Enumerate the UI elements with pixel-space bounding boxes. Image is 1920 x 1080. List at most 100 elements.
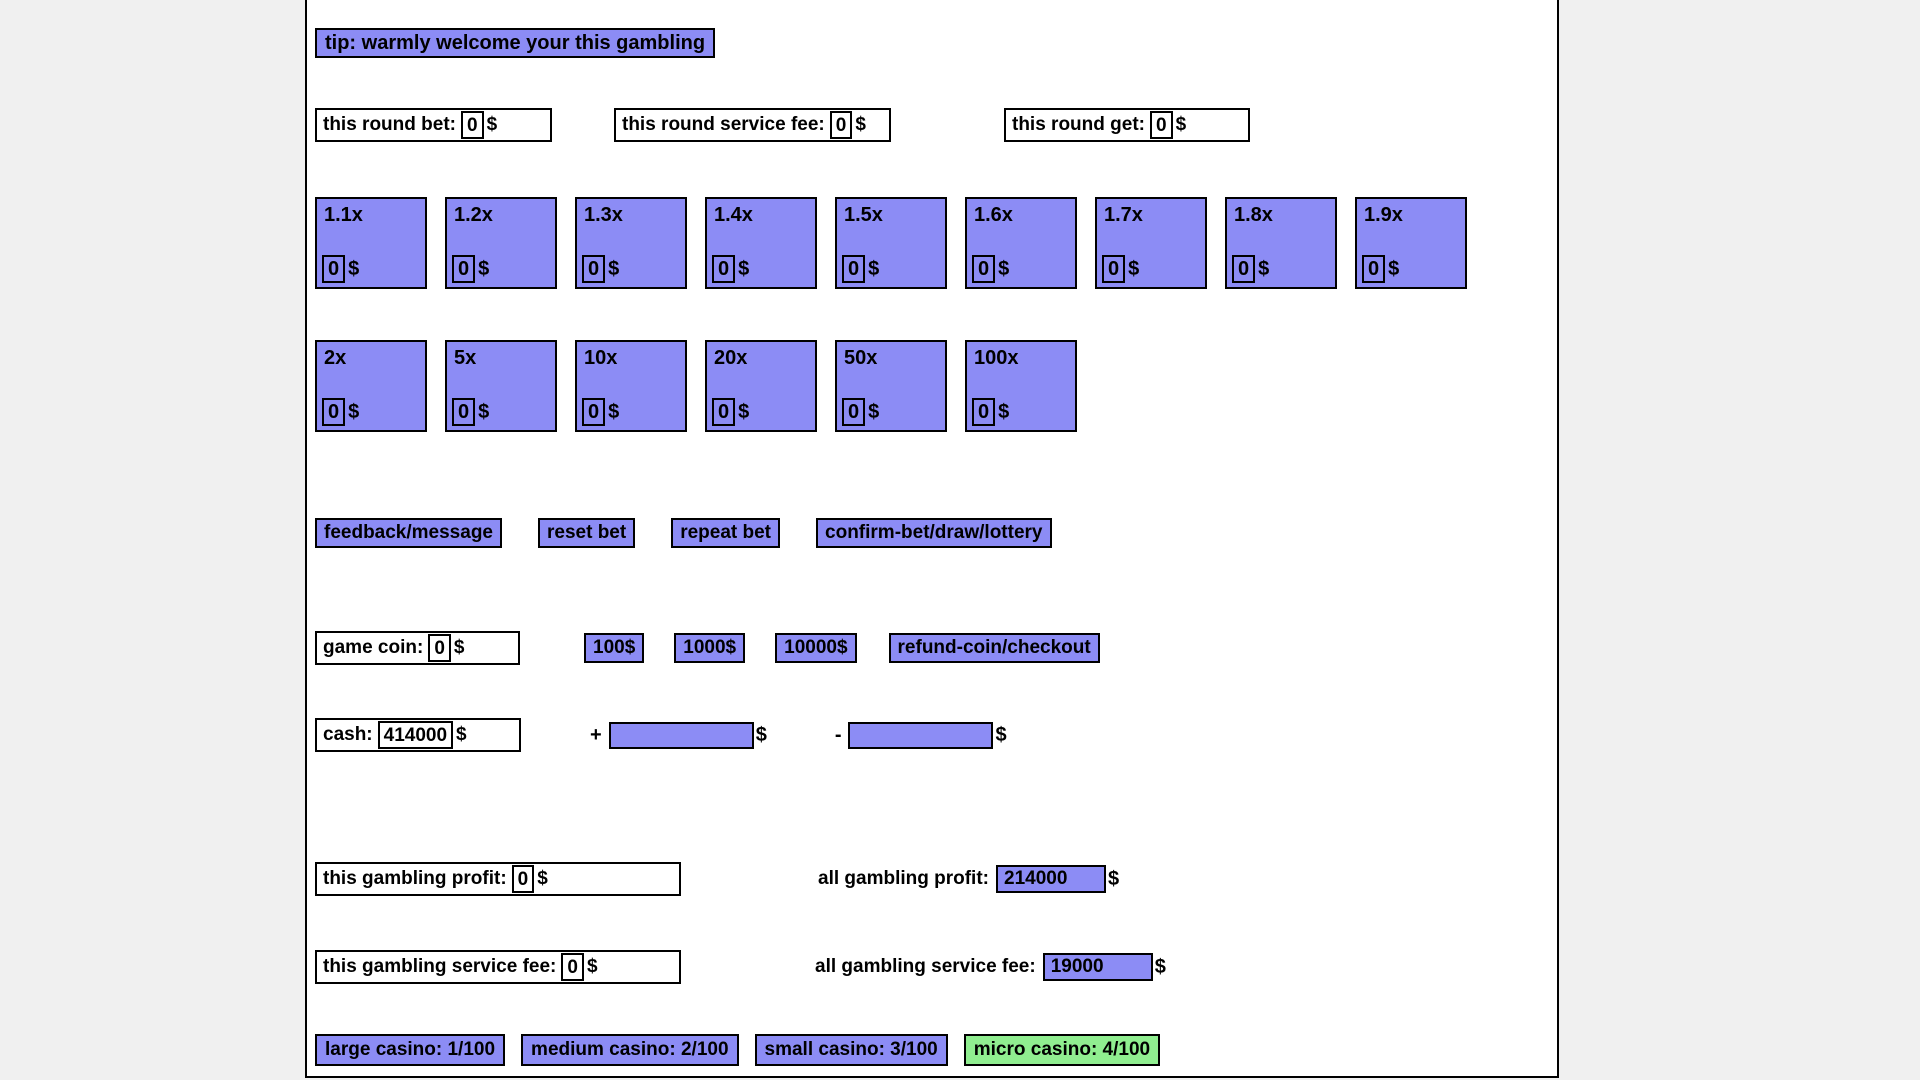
multiplier-bet-value[interactable]: 0 xyxy=(322,255,346,283)
multiplier-bet-unit: $ xyxy=(738,400,750,423)
multiplier-bet-value[interactable]: 0 xyxy=(582,398,606,426)
cash-label: cash: xyxy=(323,724,373,745)
cash-deposit-unit: $ xyxy=(755,723,767,746)
multiplier-tile-100x[interactable]: 100x 0 $ xyxy=(965,340,1077,432)
multiplier-bet-value[interactable]: 0 xyxy=(842,398,866,426)
multiplier-tile-5x[interactable]: 5x 0 $ xyxy=(445,340,557,432)
all-gambling-profit-group: all gambling profit: 214000 $ xyxy=(818,865,1119,893)
multiplier-bet-value[interactable]: 0 xyxy=(712,398,736,426)
this-round-service-fee-value[interactable]: 0 xyxy=(829,111,853,139)
multiplier-label: 2x xyxy=(324,347,347,369)
game-coin-field[interactable]: game coin: 0 $ xyxy=(315,631,520,665)
multiplier-bet-unit: $ xyxy=(738,257,750,280)
multiplier-tile-50x[interactable]: 50x 0 $ xyxy=(835,340,947,432)
multiplier-bet-value[interactable]: 0 xyxy=(842,255,866,283)
multiplier-bet-value[interactable]: 0 xyxy=(322,398,346,426)
multiplier-label: 1.5x xyxy=(844,204,883,226)
multiplier-bet-value[interactable]: 0 xyxy=(972,255,996,283)
multiplier-bet: 0 $ xyxy=(842,255,879,283)
multiplier-bet: 0 $ xyxy=(1102,255,1139,283)
this-gambling-profit-label: this gambling profit: xyxy=(323,868,507,889)
casino-game-panel: tip: warmly welcome your this gambling t… xyxy=(305,0,1559,1078)
all-gambling-service-fee-label: all gambling service fee: xyxy=(815,956,1036,977)
multiplier-tile-1.3x[interactable]: 1.3x 0 $ xyxy=(575,197,687,289)
multiplier-tile-1.8x[interactable]: 1.8x 0 $ xyxy=(1225,197,1337,289)
multiplier-bet-value[interactable]: 0 xyxy=(582,255,606,283)
multiplier-bet-value[interactable]: 0 xyxy=(1362,255,1386,283)
multiplier-tile-1.7x[interactable]: 1.7x 0 $ xyxy=(1095,197,1207,289)
multiplier-bet-value[interactable]: 0 xyxy=(712,255,736,283)
multiplier-bet-unit: $ xyxy=(1128,257,1140,280)
casino-tab-small[interactable]: small casino: 3/100 xyxy=(754,1034,948,1066)
multiplier-label: 10x xyxy=(584,347,618,369)
this-gambling-profit-value[interactable]: 0 xyxy=(511,865,535,893)
all-gambling-service-fee-unit: $ xyxy=(1154,955,1166,978)
multiplier-tile-1.5x[interactable]: 1.5x 0 $ xyxy=(835,197,947,289)
multiplier-bet-value[interactable]: 0 xyxy=(1102,255,1126,283)
multiplier-bet-unit: $ xyxy=(1258,257,1270,280)
multiplier-tile-1.6x[interactable]: 1.6x 0 $ xyxy=(965,197,1077,289)
multiplier-tile-2x[interactable]: 2x 0 $ xyxy=(315,340,427,432)
multiplier-tile-1.4x[interactable]: 1.4x 0 $ xyxy=(705,197,817,289)
multiplier-bet-unit: $ xyxy=(998,257,1010,280)
all-gambling-service-fee-value[interactable]: 19000 xyxy=(1042,953,1153,981)
multiplier-bet-value[interactable]: 0 xyxy=(452,398,476,426)
this-gambling-service-fee-value[interactable]: 0 xyxy=(561,953,584,981)
reset-bet-button[interactable]: reset bet xyxy=(538,518,636,548)
confirm-bet-button[interactable]: confirm-bet/draw/lottery xyxy=(816,518,1052,548)
multiplier-label: 50x xyxy=(844,347,878,369)
multiplier-tile-20x[interactable]: 20x 0 $ xyxy=(705,340,817,432)
multiplier-bet: 0 $ xyxy=(712,398,749,426)
this-gambling-service-fee-label: this gambling service fee: xyxy=(323,956,557,977)
multiplier-row-decimal: 1.1x 0 $ 1.2x 0 $ 1.3x 0 $ 1.4x 0 $ 1.5x… xyxy=(315,197,1467,289)
multiplier-bet: 0 $ xyxy=(972,398,1009,426)
this-round-get-field[interactable]: this round get: 0 $ xyxy=(1004,108,1250,142)
cash-field[interactable]: cash: 414000 $ xyxy=(315,718,521,752)
multiplier-tile-1.2x[interactable]: 1.2x 0 $ xyxy=(445,197,557,289)
repeat-bet-button[interactable]: repeat bet xyxy=(671,518,781,548)
multiplier-bet: 0 $ xyxy=(972,255,1009,283)
multiplier-bet: 0 $ xyxy=(322,255,359,283)
multiplier-bet-value[interactable]: 0 xyxy=(452,255,476,283)
cash-withdraw-input[interactable] xyxy=(848,721,994,749)
cash-withdraw-unit: $ xyxy=(995,723,1007,746)
this-round-service-fee-field[interactable]: this round service fee: 0 $ xyxy=(614,108,891,142)
multiplier-label: 1.8x xyxy=(1234,204,1273,226)
game-coin-value[interactable]: 0 xyxy=(428,634,451,662)
multiplier-bet-unit: $ xyxy=(348,257,360,280)
multiplier-bet-unit: $ xyxy=(1388,257,1400,280)
this-round-bet-unit: $ xyxy=(486,114,498,135)
multiplier-bet-value[interactable]: 0 xyxy=(972,398,996,426)
this-round-bet-field[interactable]: this round bet: 0 $ xyxy=(315,108,552,142)
cash-deposit-input[interactable] xyxy=(608,721,754,749)
cash-unit: $ xyxy=(456,724,467,745)
this-gambling-service-fee-field[interactable]: this gambling service fee: 0 $ xyxy=(315,950,681,984)
game-coin-unit: $ xyxy=(453,637,465,658)
buy-coin-10000-button[interactable]: 10000$ xyxy=(775,633,857,663)
multiplier-tile-1.9x[interactable]: 1.9x 0 $ xyxy=(1355,197,1467,289)
multiplier-bet-value[interactable]: 0 xyxy=(1232,255,1256,283)
all-gambling-profit-value[interactable]: 214000 xyxy=(996,865,1106,893)
casino-tab-medium[interactable]: medium casino: 2/100 xyxy=(521,1034,739,1066)
multiplier-tile-10x[interactable]: 10x 0 $ xyxy=(575,340,687,432)
buy-coin-100-button[interactable]: 100$ xyxy=(584,633,645,663)
multiplier-bet-unit: $ xyxy=(998,400,1010,423)
multiplier-label: 20x xyxy=(714,347,748,369)
cash-row: cash: 414000 $ + $ - $ xyxy=(315,718,1007,752)
multiplier-tile-1.1x[interactable]: 1.1x 0 $ xyxy=(315,197,427,289)
multiplier-row-integer: 2x 0 $ 5x 0 $ 10x 0 $ 20x 0 $ 50x 0 $ 10… xyxy=(315,340,1077,432)
multiplier-bet-unit: $ xyxy=(608,257,620,280)
buy-coin-1000-button[interactable]: 1000$ xyxy=(674,633,746,663)
refund-coin-checkout-button[interactable]: refund-coin/checkout xyxy=(888,633,1100,663)
this-round-bet-value[interactable]: 0 xyxy=(460,111,484,139)
cash-value[interactable]: 414000 xyxy=(377,721,454,749)
this-gambling-profit-field[interactable]: this gambling profit: 0 $ xyxy=(315,862,681,896)
feedback-message-button[interactable]: feedback/message xyxy=(315,518,502,548)
service-fee-row: this gambling service fee: 0 $ all gambl… xyxy=(315,950,1166,984)
this-round-get-value[interactable]: 0 xyxy=(1149,111,1173,139)
multiplier-label: 1.1x xyxy=(324,204,363,226)
multiplier-bet-unit: $ xyxy=(478,400,490,423)
casino-tab-large[interactable]: large casino: 1/100 xyxy=(315,1034,506,1066)
casino-tab-micro[interactable]: micro casino: 4/100 xyxy=(963,1034,1161,1066)
multiplier-label: 1.4x xyxy=(714,204,753,226)
